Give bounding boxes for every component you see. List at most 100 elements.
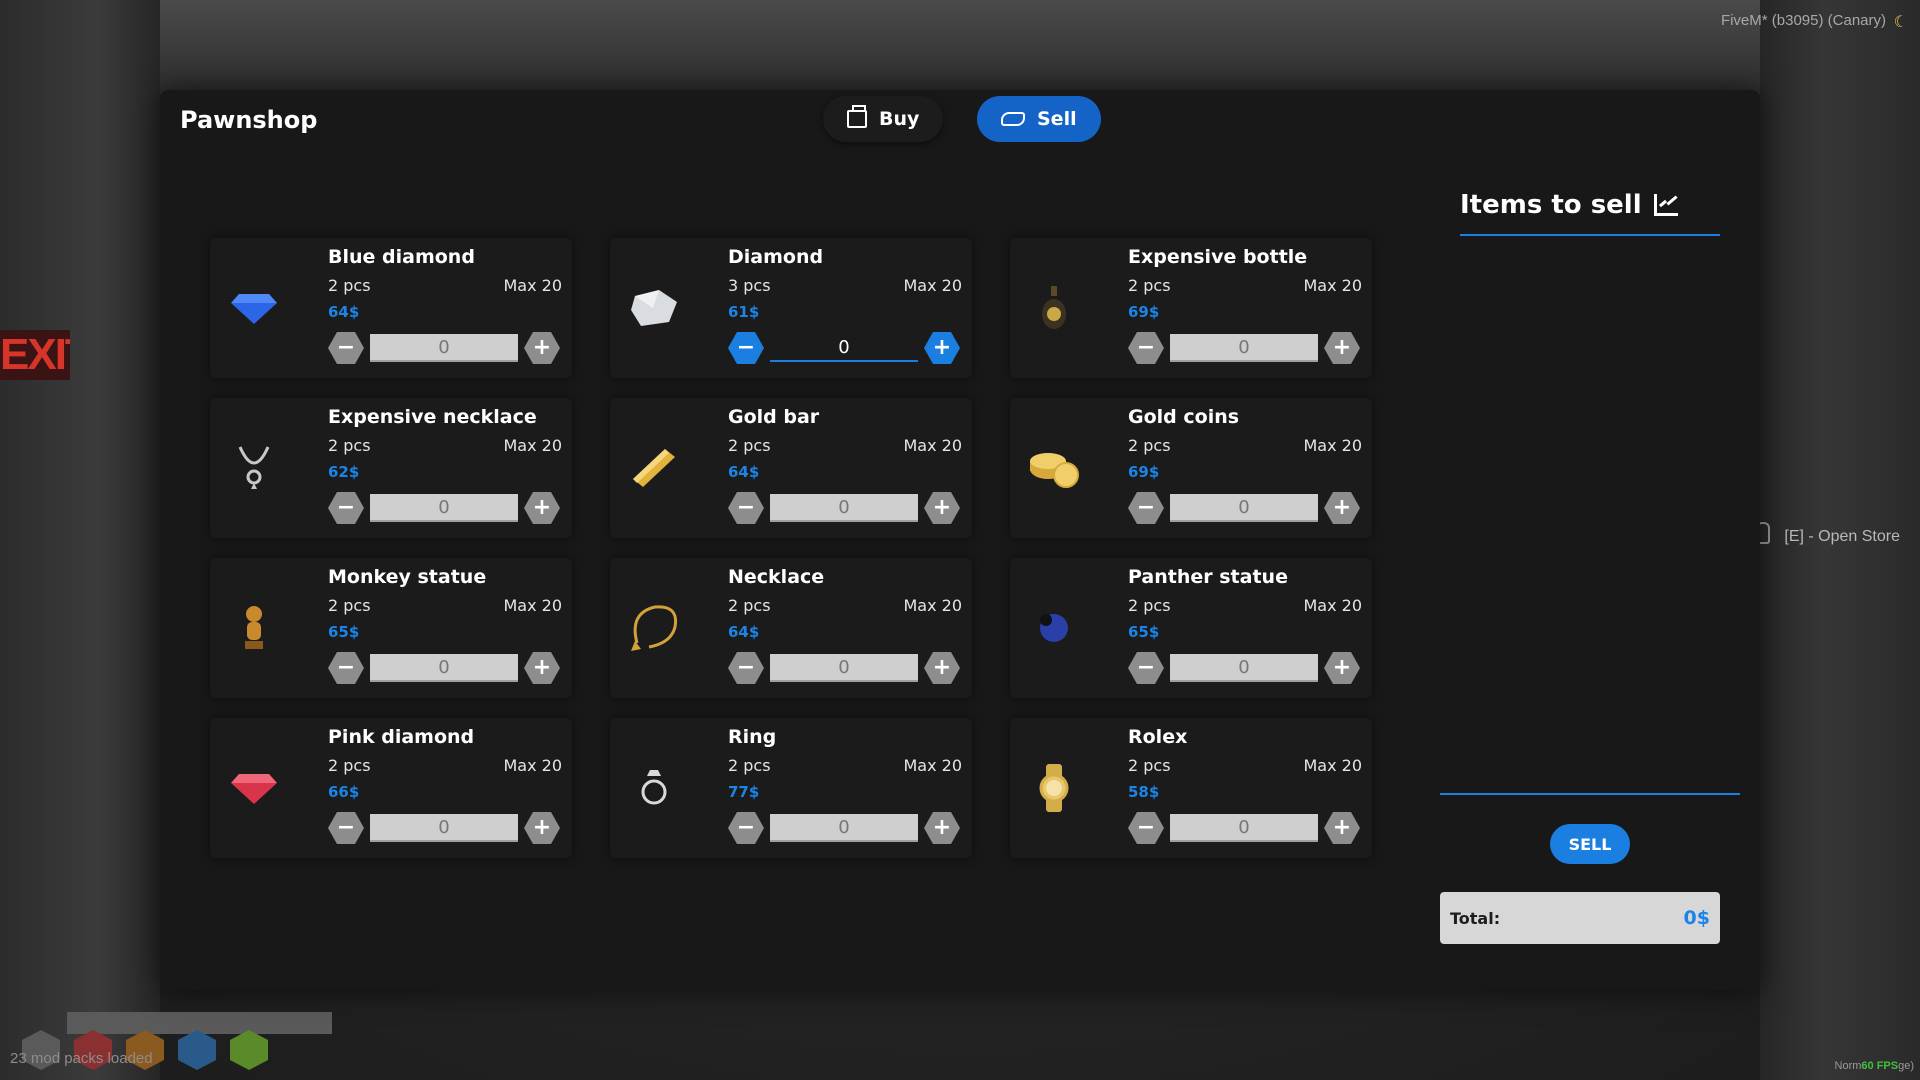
- quantity-input[interactable]: [370, 654, 518, 682]
- increment-button[interactable]: +: [1324, 812, 1360, 844]
- item-name: Panther statue: [1128, 566, 1288, 588]
- background-left-wall: [0, 0, 160, 1080]
- quantity-stepper: − +: [728, 332, 960, 364]
- item-price: 69$: [1128, 463, 1160, 481]
- blue-diamond-icon: [224, 278, 284, 338]
- increment-button[interactable]: +: [924, 332, 960, 364]
- item-name: Expensive bottle: [1128, 246, 1308, 268]
- item-quantity: 2 pcs: [728, 436, 771, 455]
- decrement-button[interactable]: −: [328, 492, 364, 524]
- fps-value: 60 FPS: [1861, 1060, 1899, 1072]
- item-max: Max 20: [903, 436, 962, 455]
- quantity-input[interactable]: [1170, 334, 1318, 362]
- tab-sell[interactable]: Sell: [977, 96, 1101, 142]
- panel-title: Pawnshop: [180, 106, 318, 134]
- fps-counter: Norm60 FPSge): [1835, 1060, 1914, 1072]
- increment-button[interactable]: +: [924, 492, 960, 524]
- open-store-label: [E] - Open Store: [1784, 528, 1900, 545]
- item-quantity: 2 pcs: [1128, 756, 1171, 775]
- quantity-input[interactable]: [370, 494, 518, 522]
- quantity-input[interactable]: [370, 814, 518, 842]
- item-price: 61$: [728, 303, 760, 321]
- quantity-input[interactable]: [1170, 814, 1318, 842]
- increment-button[interactable]: +: [924, 812, 960, 844]
- decrement-button[interactable]: −: [1128, 812, 1164, 844]
- item-card: Gold bar 2 pcs Max 20 64$ − +: [610, 398, 972, 538]
- item-name: Gold bar: [728, 406, 820, 428]
- decrement-button[interactable]: −: [728, 332, 764, 364]
- item-card: Gold coins 2 pcs Max 20 69$ − +: [1010, 398, 1372, 538]
- item-max: Max 20: [1303, 756, 1362, 775]
- increment-button[interactable]: +: [1324, 332, 1360, 364]
- item-card: Necklace 2 pcs Max 20 64$ − +: [610, 558, 972, 698]
- item-card: Ring 2 pcs Max 20 77$ − +: [610, 718, 972, 858]
- item-quantity: 2 pcs: [328, 436, 371, 455]
- item-price: 69$: [1128, 303, 1160, 321]
- diamond-icon: [624, 278, 684, 338]
- fivem-version-label: FiveM* (b3095) (Canary): [1720, 12, 1886, 29]
- sell-list-divider: [1440, 793, 1740, 795]
- decrement-button[interactable]: −: [1128, 652, 1164, 684]
- necklace-pendant-icon: [224, 438, 284, 498]
- sell-button[interactable]: SELL: [1550, 824, 1630, 864]
- quantity-input[interactable]: [370, 334, 518, 362]
- decrement-button[interactable]: −: [328, 652, 364, 684]
- decrement-button[interactable]: −: [728, 652, 764, 684]
- quantity-input[interactable]: [770, 814, 918, 842]
- pink-diamond-icon: [224, 758, 284, 818]
- item-quantity: 2 pcs: [1128, 436, 1171, 455]
- increment-button[interactable]: +: [1324, 492, 1360, 524]
- item-price: 65$: [328, 623, 360, 641]
- decrement-button[interactable]: −: [728, 492, 764, 524]
- quantity-input[interactable]: [770, 654, 918, 682]
- item-card: Rolex 2 pcs Max 20 58$ − +: [1010, 718, 1372, 858]
- increment-button[interactable]: +: [524, 812, 560, 844]
- item-name: Pink diamond: [328, 726, 475, 748]
- quantity-input[interactable]: [770, 494, 918, 522]
- total-value: 0$: [1683, 907, 1710, 929]
- increment-button[interactable]: +: [924, 652, 960, 684]
- gold-coins-icon: [1024, 438, 1084, 498]
- item-max: Max 20: [903, 276, 962, 295]
- item-grid: Blue diamond 2 pcs Max 20 64$ − + Diamon…: [210, 238, 1372, 858]
- quantity-stepper: − +: [328, 812, 560, 844]
- stamina-icon: [230, 1030, 268, 1070]
- item-quantity: 3 pcs: [728, 276, 771, 295]
- quantity-stepper: − +: [1128, 652, 1360, 684]
- increment-button[interactable]: +: [524, 332, 560, 364]
- quantity-input[interactable]: [1170, 494, 1318, 522]
- item-name: Gold coins: [1128, 406, 1240, 428]
- item-max: Max 20: [503, 436, 562, 455]
- item-name: Expensive necklace: [328, 406, 537, 428]
- fps-suffix: ge): [1898, 1060, 1914, 1072]
- decrement-button[interactable]: −: [328, 332, 364, 364]
- quantity-stepper: − +: [1128, 812, 1360, 844]
- quantity-stepper: − +: [728, 812, 960, 844]
- increment-button[interactable]: +: [524, 652, 560, 684]
- item-price: 77$: [728, 783, 760, 801]
- tab-buy-label: Buy: [879, 108, 920, 130]
- decrement-button[interactable]: −: [328, 812, 364, 844]
- quantity-stepper: − +: [328, 652, 560, 684]
- bottle-icon: [1024, 278, 1084, 338]
- item-max: Max 20: [503, 756, 562, 775]
- quantity-input[interactable]: [1170, 654, 1318, 682]
- item-max: Max 20: [1303, 596, 1362, 615]
- panther-statue-icon: [1024, 598, 1084, 658]
- item-quantity: 2 pcs: [1128, 276, 1171, 295]
- increment-button[interactable]: +: [1324, 652, 1360, 684]
- item-quantity: 2 pcs: [328, 596, 371, 615]
- increment-button[interactable]: +: [524, 492, 560, 524]
- items-to-sell-label: Items to sell: [1460, 190, 1642, 220]
- decrement-button[interactable]: −: [728, 812, 764, 844]
- tab-buy[interactable]: Buy: [823, 96, 944, 142]
- gold-bar-icon: [624, 438, 684, 498]
- exit-sign: EXIT>: [0, 330, 70, 380]
- decrement-button[interactable]: −: [1128, 332, 1164, 364]
- item-name: Diamond: [728, 246, 824, 268]
- item-card: Pink diamond 2 pcs Max 20 66$ − +: [210, 718, 572, 858]
- item-card: Expensive bottle 2 pcs Max 20 69$ − +: [1010, 238, 1372, 378]
- item-card: Panther statue 2 pcs Max 20 65$ − +: [1010, 558, 1372, 698]
- quantity-input[interactable]: [770, 334, 918, 362]
- decrement-button[interactable]: −: [1128, 492, 1164, 524]
